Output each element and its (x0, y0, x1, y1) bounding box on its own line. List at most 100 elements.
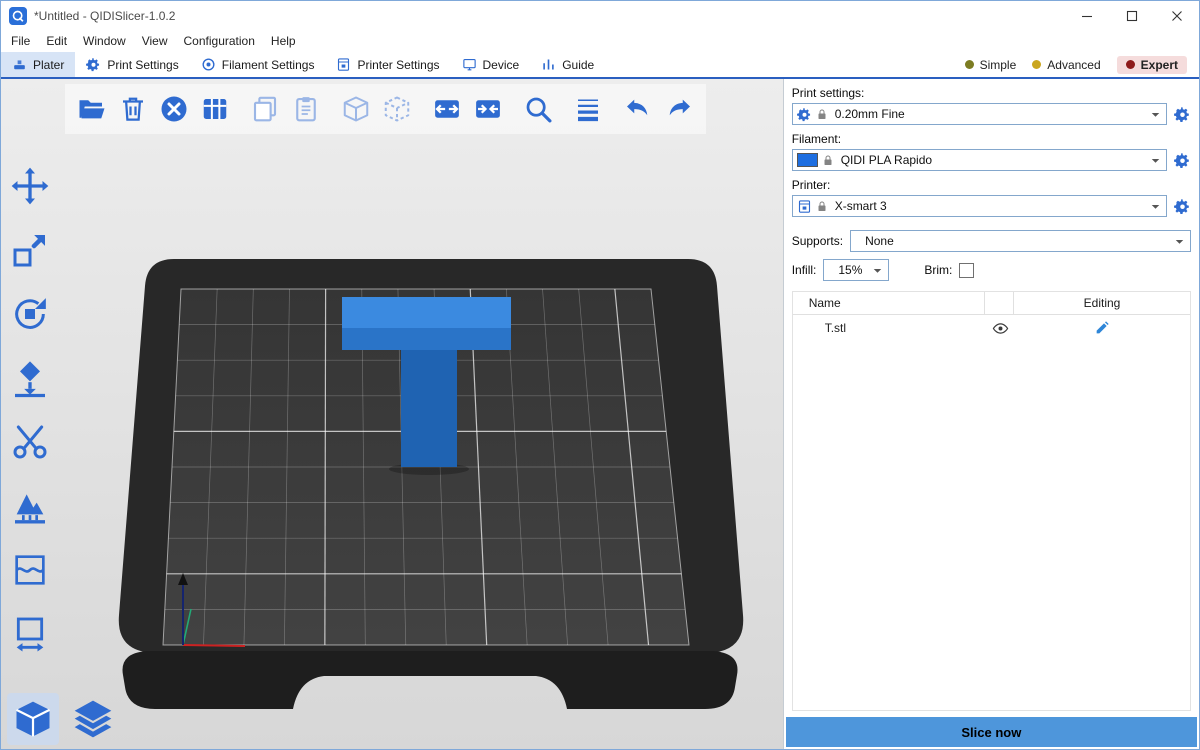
printer-icon (797, 199, 812, 214)
paint-support-icon (10, 486, 50, 526)
paste-icon (291, 94, 321, 124)
guide-icon (541, 57, 556, 72)
menu-file[interactable]: File (3, 34, 38, 48)
gear-icon (797, 107, 812, 122)
3d-viewport[interactable] (1, 79, 783, 749)
menu-window[interactable]: Window (75, 34, 134, 48)
paste-button[interactable] (287, 90, 325, 128)
seam-button[interactable] (7, 547, 53, 593)
spool-icon (201, 57, 216, 72)
mode-expert[interactable]: Expert (1117, 56, 1187, 74)
undo-icon (623, 94, 653, 124)
split-objects-button[interactable] (337, 90, 375, 128)
instances-add-button[interactable] (428, 90, 466, 128)
print-settings-label: Print settings: (792, 86, 1191, 100)
paint-support-button[interactable] (7, 483, 53, 529)
filament-combo[interactable]: QIDI PLA Rapido (792, 149, 1167, 171)
tabbar: Plater Print Settings Filament SettingsPri… (1, 52, 1199, 79)
tab-device[interactable]: Device (451, 52, 531, 77)
split-objects-icon (341, 94, 371, 124)
seam-icon (10, 550, 50, 590)
bed-front-apron (123, 651, 738, 709)
tab-label: Print Settings (107, 58, 178, 72)
mode-dot-icon (965, 60, 974, 69)
move-button[interactable] (7, 163, 53, 209)
mode-simple[interactable]: Simple (965, 58, 1017, 72)
print-settings-combo[interactable]: 0.20mm Fine (792, 103, 1167, 125)
sidebar: Print settings: 0.20mm Fine Filament: (783, 79, 1199, 749)
move-icon (10, 166, 50, 206)
mode-dot-icon (1032, 60, 1041, 69)
mode-dot-icon (1126, 60, 1135, 69)
rotate-icon (10, 294, 50, 334)
delete-all-button[interactable] (155, 90, 193, 128)
top-toolbar (65, 84, 706, 134)
tab-printer-settings[interactable]: Printer Settings (325, 52, 450, 77)
left-toolbar (7, 163, 53, 657)
supports-combo[interactable]: None (850, 230, 1191, 252)
mode-label: Simple (980, 58, 1017, 72)
measure-icon (10, 614, 50, 654)
printer-combo[interactable]: X-smart 3 (792, 195, 1167, 217)
delete-button[interactable] (114, 90, 152, 128)
object-name: T.stl (793, 321, 986, 335)
tab-guide[interactable]: Guide (530, 52, 605, 77)
close-button[interactable] (1154, 1, 1199, 30)
layer-height-icon (573, 94, 603, 124)
infill-combo[interactable]: 15% (823, 259, 889, 281)
split-parts-button[interactable] (378, 90, 416, 128)
print-settings-gear-button[interactable] (1174, 106, 1191, 123)
toolbar-group (246, 90, 325, 128)
supports-value: None (865, 234, 894, 248)
maximize-button[interactable] (1109, 1, 1154, 30)
printer-gear-button[interactable] (1174, 198, 1191, 215)
toolbar-group (519, 90, 557, 128)
place-on-face-button[interactable] (7, 355, 53, 401)
tab-print-settings[interactable]: Print Settings (75, 52, 189, 77)
printer-label: Printer: (792, 178, 1191, 192)
brim-checkbox[interactable] (959, 263, 974, 278)
tab-label: Plater (33, 58, 64, 72)
menu-edit[interactable]: Edit (38, 34, 75, 48)
object-rows: T.stl (793, 315, 1190, 341)
build-plate-scene[interactable] (1, 79, 783, 749)
scale-button[interactable] (7, 227, 53, 273)
open-button[interactable] (73, 90, 111, 128)
mode-advanced[interactable]: Advanced (1032, 58, 1100, 72)
slice-now-button[interactable]: Slice now (786, 717, 1197, 747)
measure-button[interactable] (7, 611, 53, 657)
chevron-down-icon (1172, 234, 1187, 249)
sidebar-content: Print settings: 0.20mm Fine Filament: (784, 79, 1199, 711)
infill-label: Infill: (792, 263, 817, 277)
editing-icon[interactable] (1094, 320, 1110, 336)
column-visibility (984, 292, 1014, 314)
layer-height-button[interactable] (569, 90, 607, 128)
arrange-button[interactable] (196, 90, 234, 128)
preview-view-button[interactable] (67, 693, 119, 745)
arrange-icon (200, 94, 230, 124)
delete-icon (118, 94, 148, 124)
filament-gear-button[interactable] (1174, 152, 1191, 169)
filament-value: QIDI PLA Rapido (841, 153, 932, 167)
tab-plater[interactable]: Plater (1, 52, 75, 77)
cut-button[interactable] (7, 419, 53, 465)
menu-view[interactable]: View (134, 34, 176, 48)
chevron-down-icon (870, 263, 885, 278)
menu-help[interactable]: Help (263, 34, 304, 48)
undo-button[interactable] (619, 90, 657, 128)
mode-label: Advanced (1047, 58, 1100, 72)
minimize-button[interactable] (1064, 1, 1109, 30)
menu-configuration[interactable]: Configuration (176, 34, 263, 48)
copy-button[interactable] (246, 90, 284, 128)
search-button[interactable] (519, 90, 557, 128)
tab-filament-settings[interactable]: Filament Settings (190, 52, 326, 77)
open-icon (77, 94, 107, 124)
mode-label: Expert (1141, 58, 1178, 72)
filament-row: QIDI PLA Rapido (792, 149, 1191, 171)
redo-button[interactable] (660, 90, 698, 128)
instances-remove-button[interactable] (469, 90, 507, 128)
rotate-button[interactable] (7, 291, 53, 337)
object-row[interactable]: T.stl (793, 315, 1190, 341)
visibility-eye-icon[interactable] (992, 320, 1009, 337)
editor-view-button[interactable] (7, 693, 59, 745)
